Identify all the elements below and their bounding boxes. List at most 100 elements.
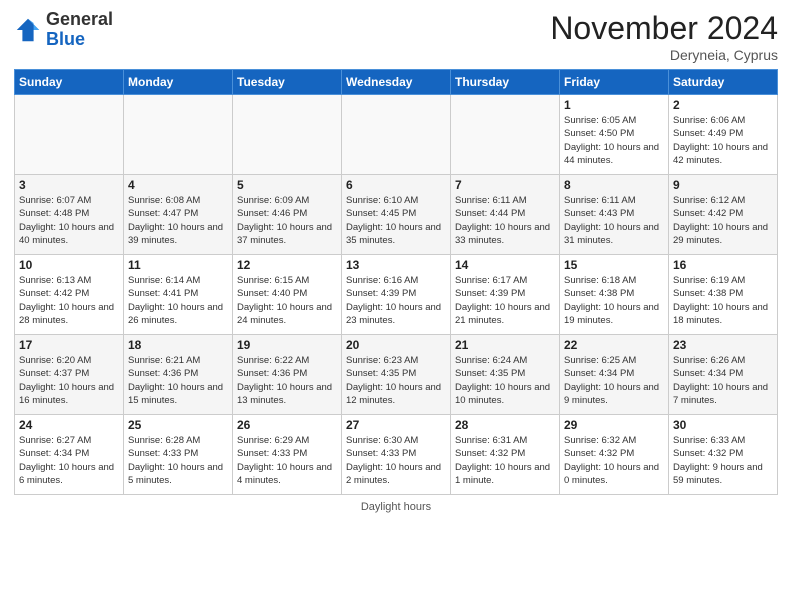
day-number: 13 bbox=[346, 258, 446, 272]
day-info: Sunrise: 6:25 AM Sunset: 4:34 PM Dayligh… bbox=[564, 354, 664, 407]
day-number: 1 bbox=[564, 98, 664, 112]
day-number: 9 bbox=[673, 178, 773, 192]
day-info: Sunrise: 6:12 AM Sunset: 4:42 PM Dayligh… bbox=[673, 194, 773, 247]
calendar-cell: 29Sunrise: 6:32 AM Sunset: 4:32 PM Dayli… bbox=[560, 415, 669, 495]
day-number: 8 bbox=[564, 178, 664, 192]
calendar-cell: 27 Sunrise: 6:30 AM Sunset: 4:33 PM Dayli… bbox=[342, 415, 451, 495]
calendar-cell: 15 Sunrise: 6:18 AM Sunset: 4:38 PM Dayli… bbox=[560, 255, 669, 335]
day-info: Sunrise: 6:14 AM Sunset: 4:41 PM Dayligh… bbox=[128, 274, 228, 327]
calendar-week-3: 10 Sunrise: 6:13 AM Sunset: 4:42 PM Dayli… bbox=[15, 255, 778, 335]
calendar-cell: 25Sunrise: 6:28 AM Sunset: 4:33 PM Dayli… bbox=[124, 415, 233, 495]
day-number: 11 bbox=[128, 258, 228, 272]
weekday-header-saturday: Saturday bbox=[669, 70, 778, 95]
calendar-cell: 11 Sunrise: 6:14 AM Sunset: 4:41 PM Dayli… bbox=[124, 255, 233, 335]
weekday-header-tuesday: Tuesday bbox=[233, 70, 342, 95]
calendar-cell: 28 Sunrise: 6:31 AM Sunset: 4:32 PM Dayli… bbox=[451, 415, 560, 495]
calendar-week-4: 17 Sunrise: 6:20 AM Sunset: 4:37 PM Dayli… bbox=[15, 335, 778, 415]
month-title: November 2024 bbox=[550, 10, 778, 47]
calendar-cell: 8Sunrise: 6:11 AM Sunset: 4:43 PM Daylig… bbox=[560, 175, 669, 255]
day-info: Sunrise: 6:15 AM Sunset: 4:40 PM Dayligh… bbox=[237, 274, 337, 327]
calendar-cell: 9 Sunrise: 6:12 AM Sunset: 4:42 PM Daylig… bbox=[669, 175, 778, 255]
calendar-cell: 10 Sunrise: 6:13 AM Sunset: 4:42 PM Dayli… bbox=[15, 255, 124, 335]
calendar-cell: 3 Sunrise: 6:07 AM Sunset: 4:48 PM Daylig… bbox=[15, 175, 124, 255]
day-number: 26 bbox=[237, 418, 337, 432]
day-info: Sunrise: 6:08 AM Sunset: 4:47 PM Dayligh… bbox=[128, 194, 228, 247]
day-info: Sunrise: 6:20 AM Sunset: 4:37 PM Dayligh… bbox=[19, 354, 119, 407]
day-info: Sunrise: 6:32 AM Sunset: 4:32 PM Dayligh… bbox=[564, 434, 664, 487]
day-info: Sunrise: 6:27 AM Sunset: 4:34 PM Dayligh… bbox=[19, 434, 119, 487]
calendar-cell bbox=[124, 95, 233, 175]
day-number: 20 bbox=[346, 338, 446, 352]
day-number: 22 bbox=[564, 338, 664, 352]
day-info: Sunrise: 6:05 AM Sunset: 4:50 PM Dayligh… bbox=[564, 114, 664, 167]
day-number: 24 bbox=[19, 418, 119, 432]
calendar-cell: 23 Sunrise: 6:26 AM Sunset: 4:34 PM Dayli… bbox=[669, 335, 778, 415]
calendar-cell: 26 Sunrise: 6:29 AM Sunset: 4:33 PM Dayli… bbox=[233, 415, 342, 495]
day-number: 14 bbox=[455, 258, 555, 272]
day-number: 3 bbox=[19, 178, 119, 192]
day-info: Sunrise: 6:16 AM Sunset: 4:39 PM Dayligh… bbox=[346, 274, 446, 327]
day-info: Sunrise: 6:31 AM Sunset: 4:32 PM Dayligh… bbox=[455, 434, 555, 487]
calendar-week-5: 24 Sunrise: 6:27 AM Sunset: 4:34 PM Dayli… bbox=[15, 415, 778, 495]
calendar-cell: 2 Sunrise: 6:06 AM Sunset: 4:49 PM Daylig… bbox=[669, 95, 778, 175]
day-number: 23 bbox=[673, 338, 773, 352]
calendar-table: SundayMondayTuesdayWednesdayThursdayFrid… bbox=[14, 69, 778, 495]
day-number: 19 bbox=[237, 338, 337, 352]
calendar-cell bbox=[233, 95, 342, 175]
day-number: 17 bbox=[19, 338, 119, 352]
day-info: Sunrise: 6:18 AM Sunset: 4:38 PM Dayligh… bbox=[564, 274, 664, 327]
calendar-cell: 4Sunrise: 6:08 AM Sunset: 4:47 PM Daylig… bbox=[124, 175, 233, 255]
calendar-cell: 1 Sunrise: 6:05 AM Sunset: 4:50 PM Daylig… bbox=[560, 95, 669, 175]
day-number: 25 bbox=[128, 418, 228, 432]
day-info: Sunrise: 6:26 AM Sunset: 4:34 PM Dayligh… bbox=[673, 354, 773, 407]
calendar-cell: 5 Sunrise: 6:09 AM Sunset: 4:46 PM Daylig… bbox=[233, 175, 342, 255]
calendar-cell bbox=[451, 95, 560, 175]
calendar-cell: 13 Sunrise: 6:16 AM Sunset: 4:39 PM Dayli… bbox=[342, 255, 451, 335]
day-info: Sunrise: 6:29 AM Sunset: 4:33 PM Dayligh… bbox=[237, 434, 337, 487]
day-number: 28 bbox=[455, 418, 555, 432]
calendar-cell: 20 Sunrise: 6:23 AM Sunset: 4:35 PM Dayli… bbox=[342, 335, 451, 415]
daylight-label: Daylight hours bbox=[361, 501, 431, 513]
day-number: 5 bbox=[237, 178, 337, 192]
day-info: Sunrise: 6:13 AM Sunset: 4:42 PM Dayligh… bbox=[19, 274, 119, 327]
day-number: 30 bbox=[673, 418, 773, 432]
calendar-week-1: 1 Sunrise: 6:05 AM Sunset: 4:50 PM Daylig… bbox=[15, 95, 778, 175]
day-info: Sunrise: 6:19 AM Sunset: 4:38 PM Dayligh… bbox=[673, 274, 773, 327]
calendar-cell: 12 Sunrise: 6:15 AM Sunset: 4:40 PM Dayli… bbox=[233, 255, 342, 335]
calendar-cell: 21 Sunrise: 6:24 AM Sunset: 4:35 PM Dayli… bbox=[451, 335, 560, 415]
day-number: 6 bbox=[346, 178, 446, 192]
logo-icon bbox=[14, 16, 42, 44]
calendar-cell: 30Sunrise: 6:33 AM Sunset: 4:32 PM Dayli… bbox=[669, 415, 778, 495]
weekday-header-thursday: Thursday bbox=[451, 70, 560, 95]
weekday-header-sunday: Sunday bbox=[15, 70, 124, 95]
calendar-cell bbox=[342, 95, 451, 175]
calendar-week-2: 3 Sunrise: 6:07 AM Sunset: 4:48 PM Daylig… bbox=[15, 175, 778, 255]
footer-note: Daylight hours bbox=[14, 501, 778, 513]
calendar-cell: 18Sunrise: 6:21 AM Sunset: 4:36 PM Dayli… bbox=[124, 335, 233, 415]
day-info: Sunrise: 6:30 AM Sunset: 4:33 PM Dayligh… bbox=[346, 434, 446, 487]
day-number: 10 bbox=[19, 258, 119, 272]
day-number: 15 bbox=[564, 258, 664, 272]
day-info: Sunrise: 6:23 AM Sunset: 4:35 PM Dayligh… bbox=[346, 354, 446, 407]
day-info: Sunrise: 6:24 AM Sunset: 4:35 PM Dayligh… bbox=[455, 354, 555, 407]
day-number: 21 bbox=[455, 338, 555, 352]
day-info: Sunrise: 6:07 AM Sunset: 4:48 PM Dayligh… bbox=[19, 194, 119, 247]
day-number: 27 bbox=[346, 418, 446, 432]
calendar-cell: 19 Sunrise: 6:22 AM Sunset: 4:36 PM Dayli… bbox=[233, 335, 342, 415]
calendar-cell bbox=[15, 95, 124, 175]
weekday-header-wednesday: Wednesday bbox=[342, 70, 451, 95]
logo-blue-text: Blue bbox=[46, 29, 85, 49]
header: General Blue November 2024 Deryneia, Cyp… bbox=[14, 10, 778, 63]
logo: General Blue bbox=[14, 10, 113, 50]
day-info: Sunrise: 6:09 AM Sunset: 4:46 PM Dayligh… bbox=[237, 194, 337, 247]
calendar-cell: 6Sunrise: 6:10 AM Sunset: 4:45 PM Daylig… bbox=[342, 175, 451, 255]
day-info: Sunrise: 6:06 AM Sunset: 4:49 PM Dayligh… bbox=[673, 114, 773, 167]
location: Deryneia, Cyprus bbox=[550, 47, 778, 63]
calendar-cell: 17 Sunrise: 6:20 AM Sunset: 4:37 PM Dayli… bbox=[15, 335, 124, 415]
weekday-header-friday: Friday bbox=[560, 70, 669, 95]
day-number: 12 bbox=[237, 258, 337, 272]
day-info: Sunrise: 6:22 AM Sunset: 4:36 PM Dayligh… bbox=[237, 354, 337, 407]
logo-general-text: General bbox=[46, 9, 113, 29]
day-number: 2 bbox=[673, 98, 773, 112]
calendar-cell: 14Sunrise: 6:17 AM Sunset: 4:39 PM Dayli… bbox=[451, 255, 560, 335]
